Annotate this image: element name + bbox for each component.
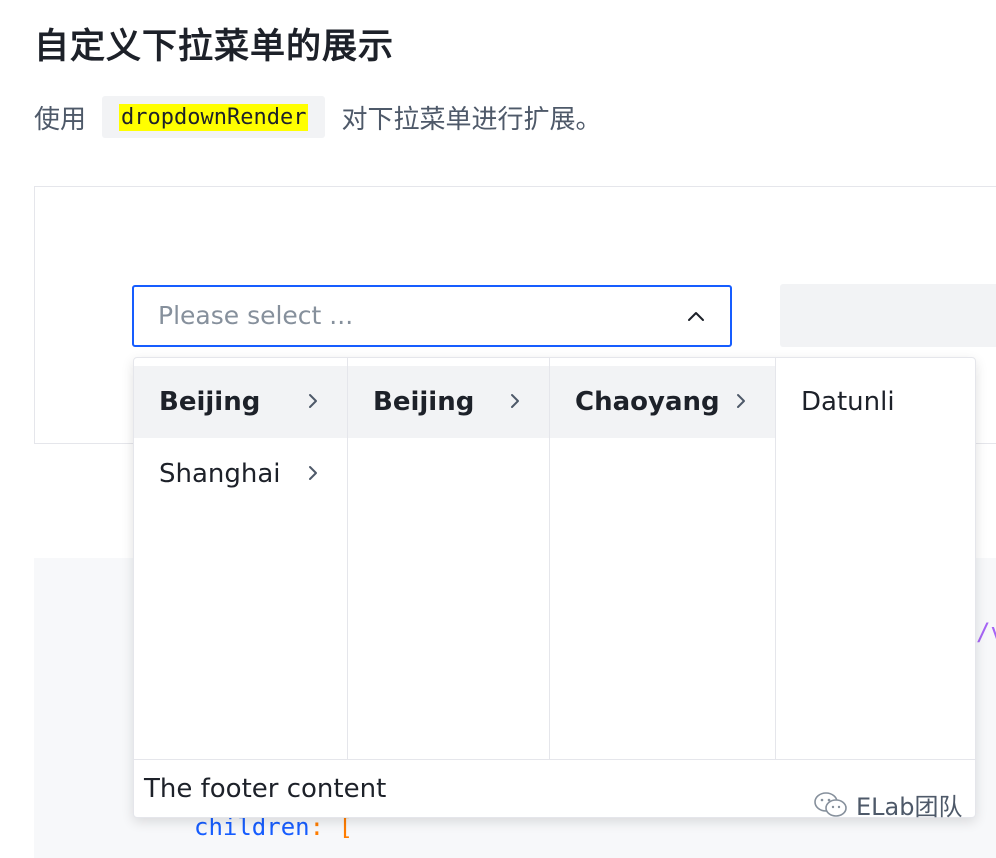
description: 使用 dropdownRender 对下拉菜单进行扩展。 [34,96,601,138]
cascader-select[interactable]: Please select ... [132,285,732,347]
cascader-column-1: Beijing Shanghai [134,358,348,759]
cascader-columns: Beijing Shanghai Beijing Chaoyang Datunl… [134,358,975,760]
chevron-right-icon [309,466,317,480]
cascader-dropdown: Beijing Shanghai Beijing Chaoyang Datunl… [133,357,976,818]
chevron-right-icon [309,394,317,408]
watermark: ELab团队 [812,784,962,824]
option-label: Chaoyang [575,387,720,417]
option-shanghai[interactable]: Shanghai [134,438,347,510]
option-chaoyang[interactable]: Chaoyang [550,366,775,438]
chevron-up-icon[interactable] [684,305,708,329]
description-suffix: 对下拉菜单进行扩展。 [341,104,602,135]
page-title: 自定义下拉菜单的展示 [34,27,395,67]
chevron-right-icon [737,394,745,408]
option-beijing-city[interactable]: Beijing [348,366,549,438]
option-label: Datunli [801,387,895,417]
description-prefix: 使用 [34,104,87,135]
cascader-column-3: Chaoyang [550,358,776,759]
option-label: Beijing [159,387,261,417]
cascader-column-4: Datunli [776,358,975,759]
option-beijing[interactable]: Beijing [134,366,347,438]
code-chip-text: dropdownRender [119,103,309,131]
code-chip: dropdownRender [102,96,326,138]
option-datunli[interactable]: Datunli [776,366,975,438]
cascader-column-2: Beijing [348,358,550,759]
wechat-icon [814,792,847,817]
option-label: Beijing [373,387,475,417]
code-fragment: /v [976,618,996,646]
select-placeholder: Please select ... [158,301,354,330]
secondary-input[interactable] [780,284,996,347]
watermark-text: ELab团队 [856,792,963,821]
chevron-right-icon [511,394,519,408]
option-label: Shanghai [159,459,281,489]
